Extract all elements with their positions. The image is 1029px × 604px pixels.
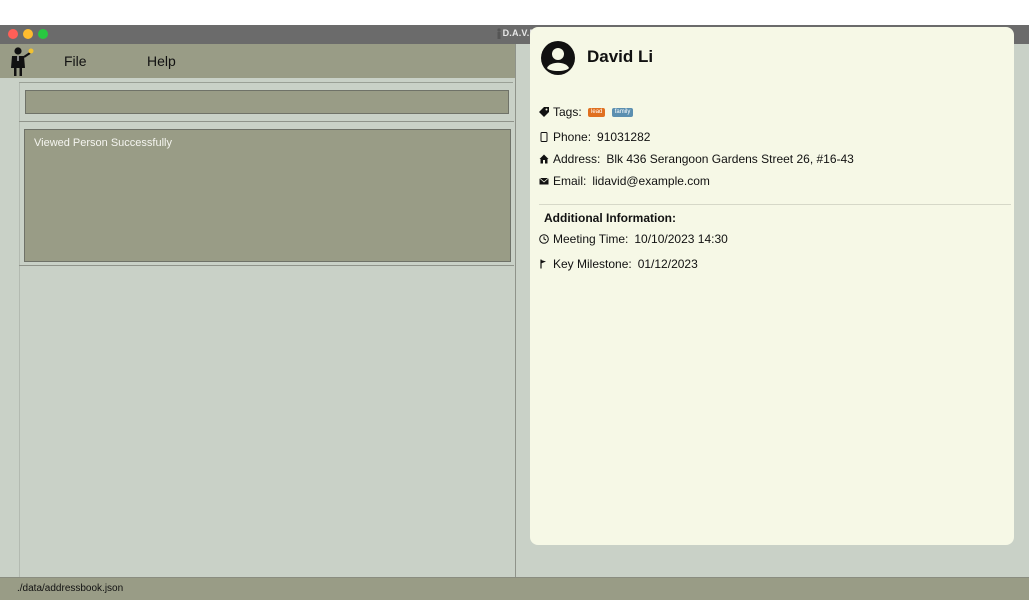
person-name: David Li [587, 47, 654, 66]
home-icon [539, 154, 549, 164]
status-file-path: ./data/addressbook.json [17, 583, 124, 594]
menu-bar: File Help [0, 44, 515, 78]
tag-badge: family [611, 108, 634, 117]
left-pane-border [19, 82, 20, 577]
meeting-time-label: Meeting Time: [553, 232, 629, 246]
divider [19, 121, 514, 122]
status-bar: ./data/addressbook.json [0, 577, 1029, 600]
person-detail-card: David Li Tags: lead family Phone: 9103128… [530, 27, 1014, 545]
address-row: Address: Blk 436 Serangoon Gardens Street… [539, 152, 854, 166]
tag-icon [539, 107, 549, 117]
menu-help[interactable]: Help [147, 53, 176, 69]
person-avatar-icon [541, 41, 575, 75]
meeting-time-row: Meeting Time: 10/10/2023 14:30 [539, 232, 728, 246]
section-divider [539, 204, 1011, 205]
phone-label: Phone: [553, 130, 592, 144]
address-value: Blk 436 Serangoon Gardens Street 26, #16… [606, 152, 854, 166]
tags-row: Tags: lead family [539, 105, 634, 119]
milestone-value: 01/12/2023 [637, 257, 698, 271]
email-label: Email: [553, 174, 587, 188]
milestone-label: Key Milestone: [553, 257, 632, 271]
divider [19, 265, 514, 266]
tag-badge: lead [588, 108, 606, 117]
email-value: lidavid@example.com [592, 174, 710, 188]
command-strip [19, 82, 513, 83]
milestone-row: Key Milestone: 01/12/2023 [539, 257, 698, 271]
command-input[interactable] [25, 90, 509, 114]
butler-logo-icon [11, 47, 34, 76]
flag-icon [540, 259, 546, 269]
phone-icon [540, 132, 548, 142]
additional-info-heading: Additional Information: [544, 211, 676, 225]
phone-value: 91031282 [597, 130, 651, 144]
address-label: Address: [553, 152, 601, 166]
meeting-time-value: 10/10/2023 14:30 [634, 232, 728, 246]
menu-file[interactable]: File [64, 53, 87, 69]
envelope-icon [539, 177, 549, 185]
result-display[interactable]: Viewed Person Successfully [24, 129, 511, 262]
tags-label: Tags: [553, 105, 582, 119]
clock-icon [539, 234, 549, 244]
result-message: Viewed Person Successfully [34, 137, 172, 149]
phone-row: Phone: 91031282 [539, 130, 650, 144]
email-row: Email: lidavid@example.com [539, 174, 710, 188]
